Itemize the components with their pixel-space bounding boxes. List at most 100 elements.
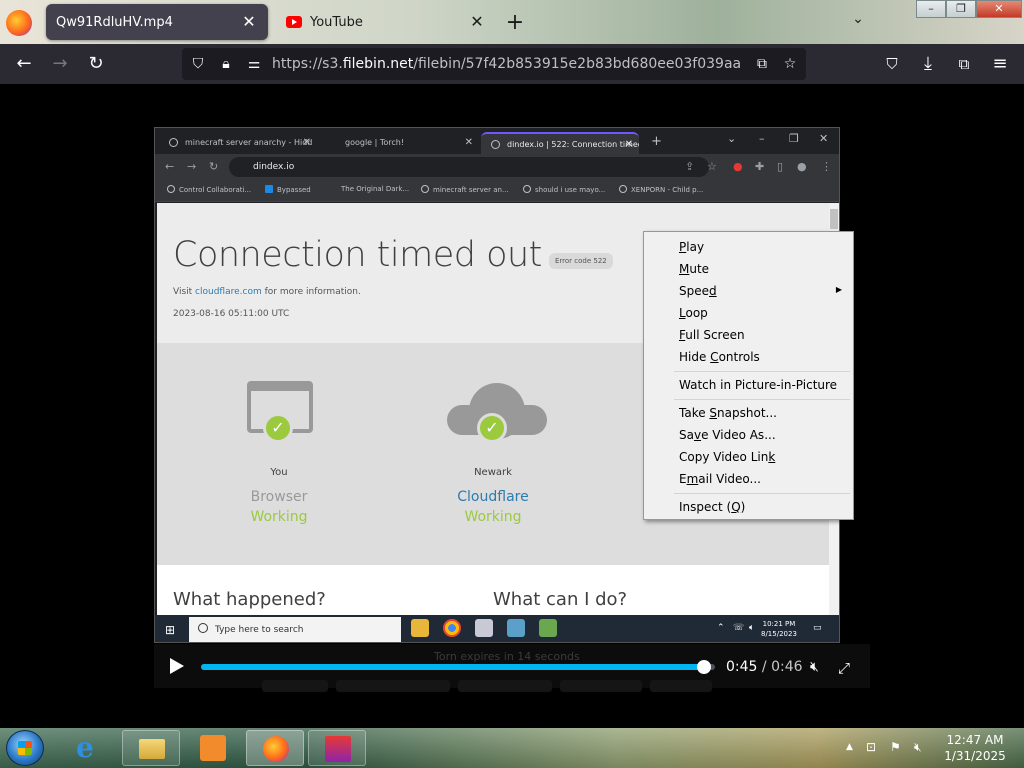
tab-youtube[interactable]: YouTube ✕ <box>276 4 496 40</box>
avatar: ● <box>797 160 807 173</box>
downloads-icon[interactable]: ⤓ <box>916 52 940 76</box>
bookmark-star-icon[interactable]: ☆ <box>780 54 800 74</box>
progress-bar[interactable] <box>201 660 715 674</box>
pocket-icon[interactable]: ⛉ <box>880 52 904 76</box>
bookmark-item: XENPORN - Child p... <box>619 185 703 194</box>
shield-icon[interactable]: ⛉ <box>188 54 208 74</box>
menu-item-inspect[interactable]: Inspect (Q) <box>645 496 852 518</box>
fullscreen-icon[interactable]: ⤢ <box>838 659 856 677</box>
permissions-icon[interactable]: ⚌ <box>244 54 264 74</box>
visit-text: Visit cloudflare.com for more informatio… <box>173 287 361 297</box>
window-controls: – ❐ ✕ <box>916 0 1022 18</box>
close-icon[interactable]: ✕ <box>468 12 486 31</box>
firefox-icon <box>263 736 289 762</box>
taskbar-ie[interactable]: e <box>60 730 118 766</box>
minimize-button[interactable]: – <box>916 0 946 18</box>
bookmark-label: XENPORN - Child p... <box>631 186 704 194</box>
extension-icon: ● <box>733 160 743 173</box>
recorded-bookmarks-bar: Control Collaborati... Bypassed The Orig… <box>155 180 839 202</box>
firefox-logo-icon[interactable] <box>6 10 32 36</box>
system-clock[interactable]: 12:47 AM 1/31/2025 <box>940 732 1010 764</box>
action-center-flag-icon[interactable]: ⚑ <box>890 740 901 754</box>
close-icon: ✕ <box>819 132 829 145</box>
clock-date: 1/31/2025 <box>944 749 1006 763</box>
volume-muted-icon[interactable]: 🔇︎ <box>914 740 922 755</box>
menu-item-take-snapshot[interactable]: Take Snapshot... <box>645 402 852 424</box>
recorded-omnibox: dindex.io <box>229 157 709 177</box>
url-bar[interactable]: ⛉ 🔒︎ ⚌ https://s3.filebin.net/filebin/57… <box>182 48 806 80</box>
node-status: Working <box>464 509 522 525</box>
bookmark-label: minecraft server an... <box>433 186 509 194</box>
menu-item-picture-in-picture[interactable]: Watch in Picture-in-Picture <box>645 374 852 396</box>
what-happened-heading: What happened? <box>173 589 326 610</box>
folder-icon <box>139 739 165 759</box>
visit-suffix: for more information. <box>261 287 361 297</box>
menu-item-speed[interactable]: Speed ▶ <box>645 280 852 302</box>
bookmark-label: Bypassed <box>277 186 311 194</box>
progress-knob[interactable] <box>696 660 711 674</box>
taskbar-firefox[interactable] <box>246 730 304 766</box>
chevron-down-icon: ⌄ <box>727 132 737 145</box>
menu-item-full-screen[interactable]: Full Screen <box>645 324 852 346</box>
menu-item-loop[interactable]: Loop <box>645 302 852 324</box>
lock-icon[interactable]: 🔒︎ <box>216 54 236 74</box>
app-icon <box>507 619 525 637</box>
menu-item-save-video[interactable]: Save Video As... <box>645 424 852 446</box>
reload-icon[interactable]: ↻ <box>84 52 108 76</box>
picture-in-picture-icon[interactable]: ⧉ <box>752 54 772 74</box>
menu-icon[interactable]: ≡ <box>988 52 1012 76</box>
window-close-button[interactable]: ✕ <box>976 0 1022 18</box>
recorded-date: 8/15/2023 <box>761 630 797 638</box>
taskbar-app[interactable] <box>308 730 366 766</box>
menu-item-play[interactable]: Play <box>645 236 852 258</box>
play-icon[interactable] <box>170 658 184 674</box>
app-icon <box>475 619 493 637</box>
back-arrow-icon[interactable]: ← <box>12 52 36 76</box>
tray-expand-icon[interactable]: ▲ <box>846 742 853 752</box>
ghost-element <box>650 680 712 692</box>
url-text[interactable]: https://s3.filebin.net/filebin/57f42b853… <box>272 56 742 72</box>
check-icon: ✓ <box>263 413 293 443</box>
reload-icon: ↻ <box>209 160 219 173</box>
puzzle-icon: ✚ <box>755 160 765 173</box>
clock-time: 12:47 AM <box>946 733 1004 747</box>
menu-item-hide-controls[interactable]: Hide Controls <box>645 346 852 368</box>
duration: 0:46 <box>771 659 803 675</box>
menu-item-mute[interactable]: Mute <box>645 258 852 280</box>
tab-youtube-title: YouTube <box>310 14 363 30</box>
taskbar-explorer[interactable] <box>122 730 180 766</box>
file-explorer-icon <box>411 619 429 637</box>
recorded-tab-title: google | Torch! <box>345 138 405 147</box>
recorded-tab-strip: minecraft server anarchy - Hidd ✕ google … <box>155 128 839 154</box>
recorded-tab-active: dindex.io | 522: Connection timed ✕ <box>481 132 639 154</box>
tab-video[interactable]: Qw91RdluHV.mp4 ✕ <box>46 4 268 40</box>
firefox-tab-strip: Qw91RdluHV.mp4 ✕ YouTube ✕ + ⌄ – ❐ ✕ <box>0 0 1024 44</box>
new-tab-button[interactable]: + <box>505 10 525 35</box>
firefox-nav-bar: ← → ↻ ⛉ 🔒︎ ⚌ https://s3.filebin.net/file… <box>0 44 1024 84</box>
menu-item-copy-video-link[interactable]: Copy Video Link <box>645 446 852 468</box>
menu-item-email-video[interactable]: Email Video... <box>645 468 852 490</box>
forward-arrow-icon[interactable]: → <box>48 52 72 76</box>
error-title: Connection timed out <box>173 235 542 275</box>
close-icon: ✕ <box>302 137 311 148</box>
list-tabs-chevron-icon[interactable]: ⌄ <box>848 11 868 27</box>
overlay-text: Torn expires in 14 seconds <box>434 650 580 663</box>
time-separator: / <box>757 659 772 675</box>
submenu-arrow-icon: ▶ <box>835 285 842 294</box>
menu-separator <box>674 493 850 494</box>
taskbar-media[interactable] <box>184 730 242 766</box>
start-orb-icon[interactable] <box>6 730 44 766</box>
maximize-button[interactable]: ❐ <box>946 0 976 18</box>
ghost-element <box>560 680 642 692</box>
network-icon[interactable]: ⊡ <box>866 740 876 754</box>
close-icon[interactable]: ✕ <box>240 12 258 31</box>
kebab-menu-icon: ⋮ <box>821 160 832 173</box>
error-timestamp: 2023-08-16 05:11:00 UTC <box>173 309 290 319</box>
tab-video-title: Qw91RdluHV.mp4 <box>56 14 173 30</box>
muted-speaker-icon[interactable]: 🔇︎ <box>810 659 828 677</box>
network-icon: ☏ <box>733 623 745 633</box>
extensions-icon[interactable]: ⧉ <box>952 52 976 76</box>
ghost-element <box>458 680 552 692</box>
search-placeholder: Type here to search <box>215 625 304 635</box>
video-context-menu: Play Mute Speed ▶ Loop Full Screen Hide C… <box>643 231 854 520</box>
